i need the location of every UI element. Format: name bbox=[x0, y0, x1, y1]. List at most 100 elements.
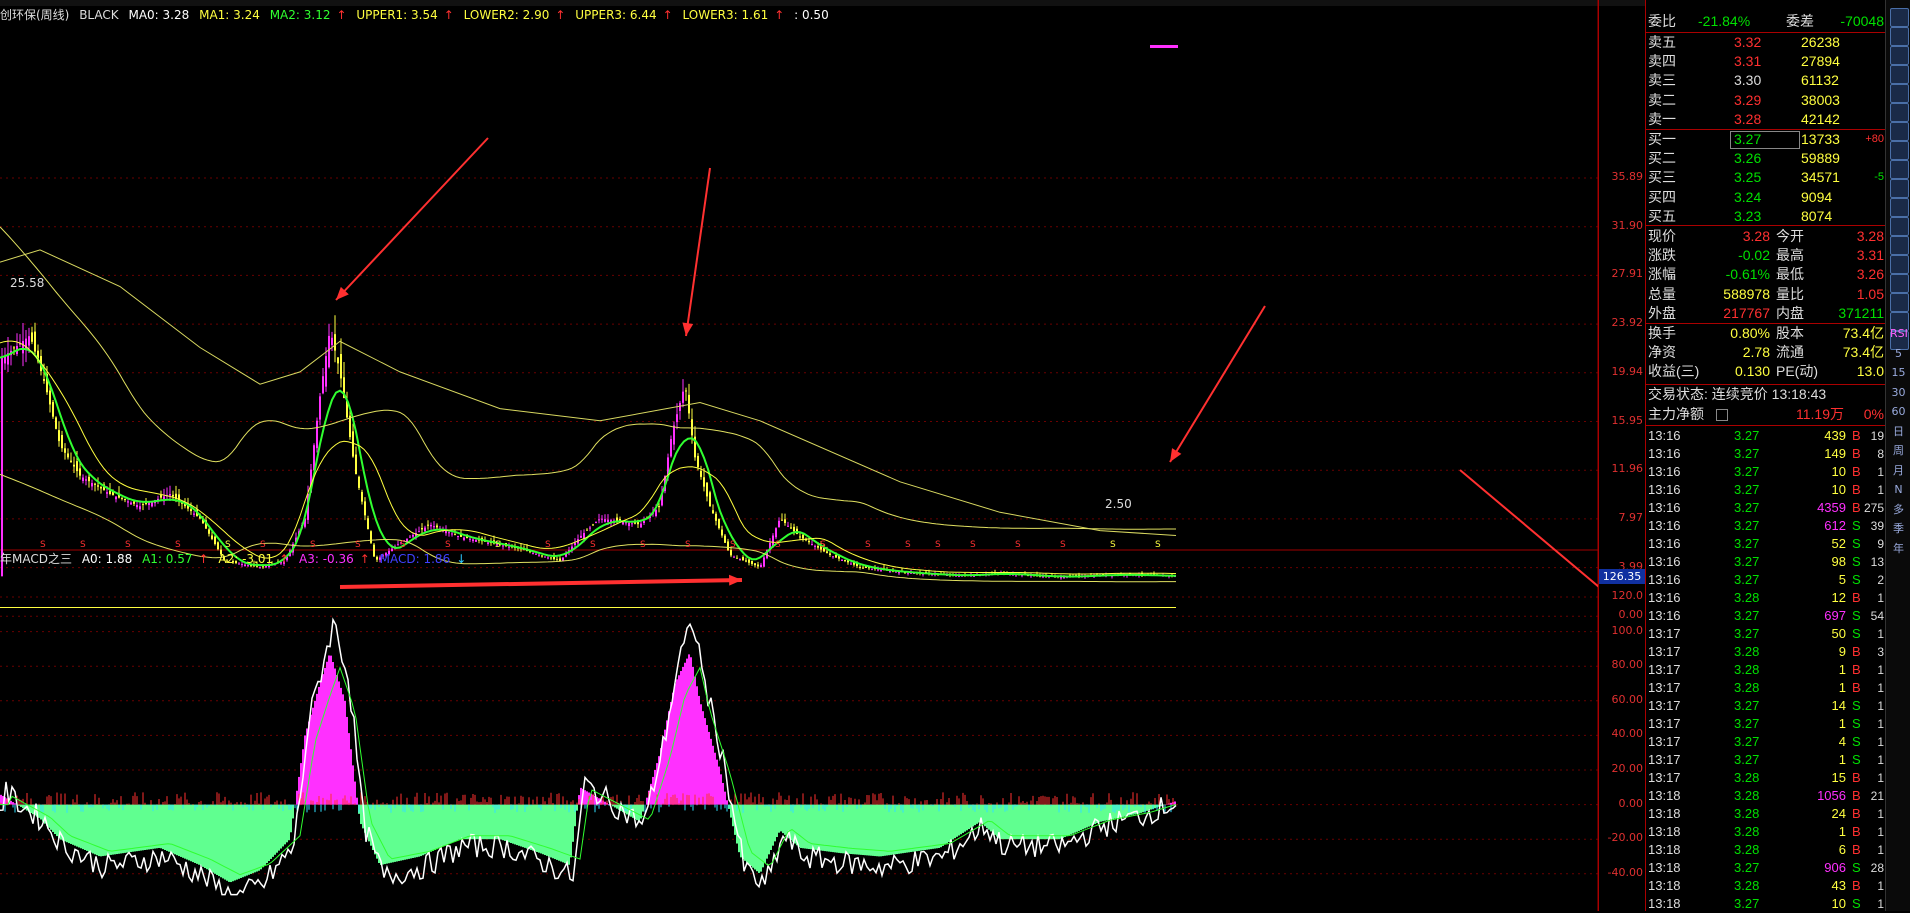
tick-row[interactable]: 13:16 3.27 52 S 9 bbox=[1646, 535, 1886, 553]
tick-row[interactable]: 13:18 3.28 43 B 1 bbox=[1646, 877, 1886, 895]
tick-row[interactable]: 13:16 3.27 10 B 1 bbox=[1646, 481, 1886, 499]
period-button[interactable]: 多 bbox=[1890, 501, 1907, 518]
tick-row[interactable]: 13:17 3.27 50 S 1 bbox=[1646, 625, 1886, 643]
stat-label: 今开 bbox=[1776, 228, 1804, 244]
candle-body bbox=[49, 390, 51, 405]
arrow-up-icon: ↑ bbox=[198, 552, 209, 566]
tick-row[interactable]: 13:18 3.28 1056 B 21 bbox=[1646, 787, 1886, 805]
ask-row[interactable]: 卖五 3.32 26238 bbox=[1646, 33, 1886, 52]
tick-volume: 10 bbox=[1831, 896, 1846, 911]
bid-row[interactable]: 买四 3.24 9094 bbox=[1646, 188, 1886, 207]
candle-body bbox=[421, 527, 423, 530]
period-button[interactable]: 周 bbox=[1890, 442, 1907, 459]
ask-row[interactable]: 卖一 3.28 42142 bbox=[1646, 110, 1886, 129]
divider bbox=[1646, 225, 1886, 226]
period-button[interactable]: 5 bbox=[1890, 345, 1907, 362]
period-button[interactable]: 季 bbox=[1890, 520, 1907, 537]
toolbar-tool-icon[interactable] bbox=[1890, 103, 1909, 122]
tick-row[interactable]: 13:18 3.27 10 S 1 bbox=[1646, 895, 1886, 913]
toolbar-tool-icon[interactable] bbox=[1890, 122, 1909, 141]
chart-toggle-icon[interactable] bbox=[1716, 409, 1728, 421]
macd-top-label: 126.35 bbox=[1599, 569, 1645, 584]
candle-body bbox=[655, 509, 657, 517]
tick-row[interactable]: 13:17 3.28 15 B 1 bbox=[1646, 769, 1886, 787]
candle-body bbox=[829, 553, 831, 556]
toolbar-tool-icon[interactable] bbox=[1890, 198, 1909, 217]
tick-row[interactable]: 13:17 3.27 14 S 1 bbox=[1646, 697, 1886, 715]
arrow-down-icon: ↓ bbox=[456, 552, 467, 566]
period-button[interactable]: 年 bbox=[1890, 540, 1907, 557]
toolbar-tool-icon[interactable] bbox=[1890, 84, 1909, 103]
candle-body bbox=[34, 331, 36, 352]
tick-row[interactable]: 13:18 3.27 906 S 28 bbox=[1646, 859, 1886, 877]
bid-row[interactable]: 买三 3.25 34571 -5 bbox=[1646, 168, 1886, 187]
legend-upper3: UPPER3: 6.44 bbox=[575, 8, 657, 22]
s-signal-mark: S bbox=[175, 540, 181, 550]
candle-body bbox=[136, 504, 138, 508]
toolbar-tool-icon[interactable] bbox=[1890, 8, 1909, 27]
tick-row[interactable]: 13:17 3.28 1 B 1 bbox=[1646, 679, 1886, 697]
candle-body bbox=[82, 477, 84, 481]
ask-row[interactable]: 卖三 3.30 61132 bbox=[1646, 71, 1886, 90]
tick-row[interactable]: 13:16 3.27 4359 B 275 bbox=[1646, 499, 1886, 517]
toolbar-tool-icon[interactable] bbox=[1890, 255, 1909, 274]
tick-row[interactable]: 13:16 3.27 439 B 19 bbox=[1646, 427, 1886, 445]
kline-chart-area[interactable]: S S S S S S S S S S S S S S S S S S S S S S S S S S 创环保(周线) BLACK… bbox=[0, 0, 1598, 911]
period-button[interactable]: 30 bbox=[1890, 384, 1907, 401]
toolbar-tool-icon[interactable] bbox=[1890, 293, 1909, 312]
toolbar-tool-icon[interactable] bbox=[1890, 141, 1909, 160]
candle-body bbox=[97, 485, 99, 487]
tick-row[interactable]: 13:16 3.27 98 S 13 bbox=[1646, 553, 1886, 571]
period-button[interactable]: 月 bbox=[1890, 462, 1907, 479]
candle-body bbox=[541, 555, 543, 557]
period-button[interactable]: 60 bbox=[1890, 403, 1907, 420]
tick-row[interactable]: 13:18 3.28 24 B 1 bbox=[1646, 805, 1886, 823]
toolbar-tool-icon[interactable] bbox=[1890, 160, 1909, 179]
tick-time: 13:16 bbox=[1648, 482, 1681, 497]
tick-row[interactable]: 13:17 3.28 1 B 1 bbox=[1646, 661, 1886, 679]
tick-row[interactable]: 13:16 3.27 149 B 8 bbox=[1646, 445, 1886, 463]
bid-row[interactable]: 买五 3.23 8074 bbox=[1646, 207, 1886, 226]
tick-row[interactable]: 13:17 3.27 1 S 1 bbox=[1646, 715, 1886, 733]
candle-body bbox=[781, 519, 783, 521]
tick-price: 3.27 bbox=[1734, 860, 1760, 875]
ask-row[interactable]: 卖二 3.29 38003 bbox=[1646, 91, 1886, 110]
toolbar-tool-icon[interactable] bbox=[1890, 27, 1909, 46]
ask-row[interactable]: 卖四 3.31 27894 bbox=[1646, 52, 1886, 71]
candle-body bbox=[391, 548, 393, 552]
s-signal-mark: S bbox=[820, 540, 826, 550]
candle-body bbox=[556, 559, 558, 561]
stat-label: 换手 bbox=[1648, 325, 1676, 341]
tick-row[interactable]: 13:16 3.27 697 S 54 bbox=[1646, 607, 1886, 625]
tick-row[interactable]: 13:17 3.27 1 S 1 bbox=[1646, 751, 1886, 769]
tick-row[interactable]: 13:16 3.28 12 B 1 bbox=[1646, 589, 1886, 607]
candle-body bbox=[832, 556, 834, 558]
toolbar-tool-icon[interactable] bbox=[1890, 179, 1909, 198]
tick-row[interactable]: 13:16 3.27 5 S 2 bbox=[1646, 571, 1886, 589]
period-button[interactable]: N bbox=[1890, 481, 1907, 498]
period-button[interactable]: RSI bbox=[1890, 325, 1908, 342]
period-button[interactable]: 15 bbox=[1890, 364, 1907, 381]
toolbar-tool-icon[interactable] bbox=[1890, 236, 1909, 255]
macd-tick-label: 20.00 bbox=[1611, 762, 1644, 775]
tick-row[interactable]: 13:18 3.28 6 B 1 bbox=[1646, 841, 1886, 859]
tick-count: 2 bbox=[1877, 573, 1884, 587]
main-net-row[interactable]: 主力净额 11.19万 0% bbox=[1646, 405, 1886, 424]
candle-body bbox=[160, 495, 162, 498]
tick-count: 275 bbox=[1863, 501, 1884, 515]
tick-row[interactable]: 13:17 3.28 9 B 3 bbox=[1646, 643, 1886, 661]
tick-row[interactable]: 13:16 3.27 10 B 1 bbox=[1646, 463, 1886, 481]
candle-body bbox=[367, 518, 369, 530]
bid-row[interactable]: 买二 3.26 59889 bbox=[1646, 149, 1886, 168]
toolbar-tool-icon[interactable] bbox=[1890, 65, 1909, 84]
macd-tick-label: 120.0 bbox=[1611, 589, 1644, 602]
candle-body bbox=[751, 561, 753, 564]
toolbar-tool-icon[interactable] bbox=[1890, 46, 1909, 65]
period-button[interactable]: 日 bbox=[1890, 423, 1907, 440]
tick-row[interactable]: 13:17 3.27 4 S 1 bbox=[1646, 733, 1886, 751]
toolbar-tool-icon[interactable] bbox=[1890, 217, 1909, 236]
toolbar-tool-icon[interactable] bbox=[1890, 274, 1909, 293]
main-net-value: 11.19万 bbox=[1796, 406, 1844, 422]
tick-row[interactable]: 13:18 3.28 1 B 1 bbox=[1646, 823, 1886, 841]
tick-row[interactable]: 13:16 3.27 612 S 39 bbox=[1646, 517, 1886, 535]
